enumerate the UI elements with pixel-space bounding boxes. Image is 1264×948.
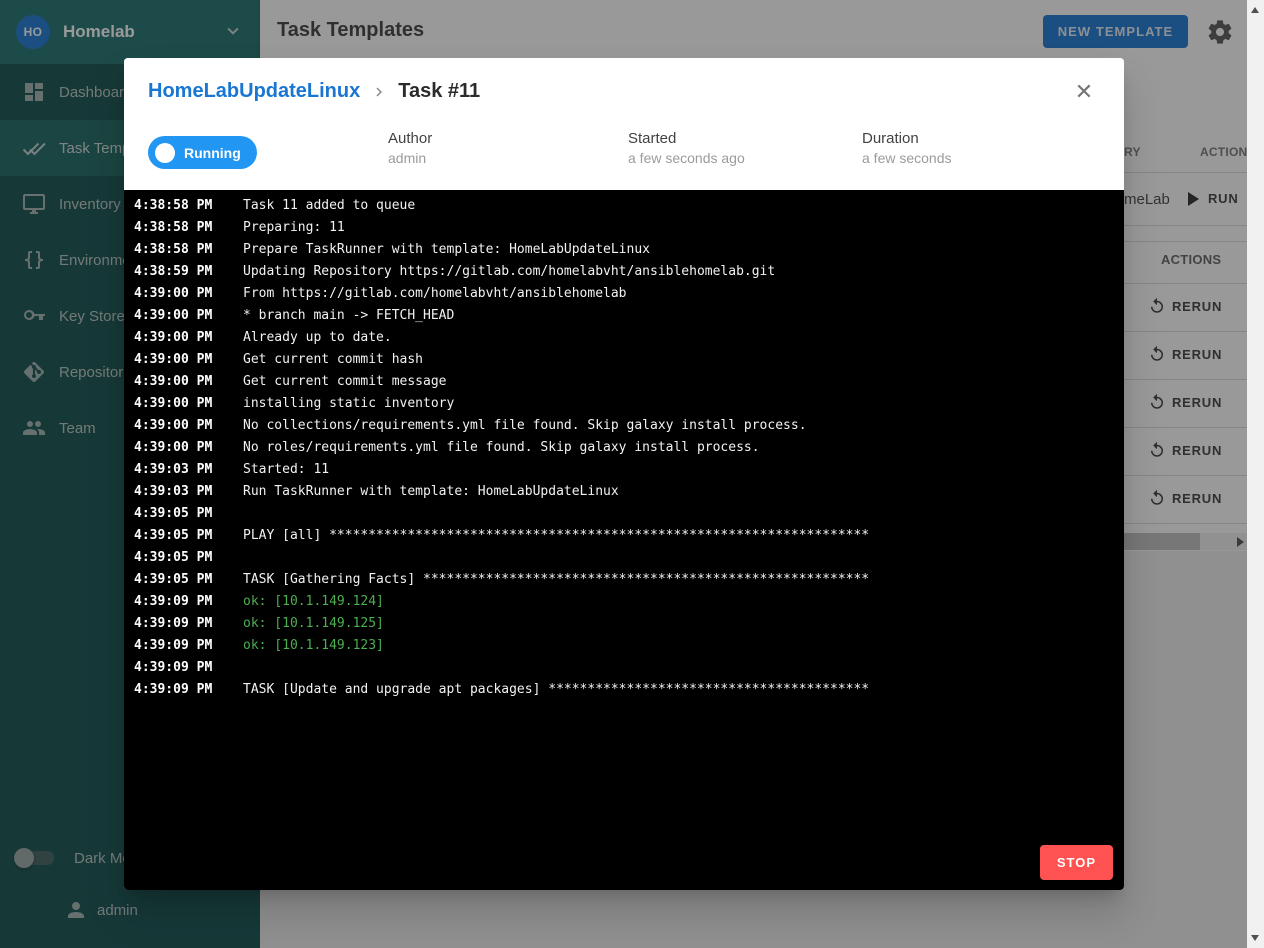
vertical-scrollbar[interactable]	[1247, 0, 1264, 948]
log-line: 4:39:09 PM	[134, 660, 213, 675]
stop-button[interactable]: STOP	[1040, 845, 1113, 880]
screen: HO Homelab Dashboard Task Templates Inve…	[0, 0, 1264, 948]
log-line: 4:39:05 PM	[134, 550, 213, 565]
meta-started-value: a few seconds ago	[628, 150, 745, 166]
log-line: 4:39:00 PM installing static inventory	[134, 396, 455, 411]
log-line: 4:39:09 PM TASK [Update and upgrade apt p…	[134, 682, 870, 697]
log-line: 4:39:09 PM ok: [10.1.149.123]	[134, 638, 384, 653]
log-line: 4:39:00 PM Get current commit hash	[134, 352, 424, 367]
meta-started: Started a few seconds ago	[628, 130, 745, 166]
log-line: 4:39:09 PM ok: [10.1.149.125]	[134, 616, 384, 631]
log-line: 4:39:03 PM Run TaskRunner with template: …	[134, 484, 619, 499]
close-icon[interactable]: ✕	[1072, 80, 1096, 104]
breadcrumb: HomeLabUpdateLinux Task #11	[148, 80, 480, 103]
scroll-down-arrow-icon[interactable]	[1251, 935, 1259, 941]
log-line: 4:39:00 PM Get current commit message	[134, 374, 447, 389]
chevron-right-icon	[370, 83, 388, 101]
meta-duration-value: a few seconds	[862, 150, 952, 166]
task-dialog: HomeLabUpdateLinux Task #11 ✕ Running Au…	[124, 58, 1124, 890]
log-line: 4:39:00 PM No collections/requirements.ym…	[134, 418, 807, 433]
status-badge: Running	[148, 136, 257, 169]
log-line: 4:39:05 PM	[134, 506, 213, 521]
meta-author-value: admin	[388, 150, 427, 166]
meta-duration: Duration a few seconds	[862, 130, 952, 166]
log-line: 4:38:58 PM Preparing: 11	[134, 220, 345, 235]
log-line: 4:38:58 PM Prepare TaskRunner with templa…	[134, 242, 650, 257]
task-dialog-header: HomeLabUpdateLinux Task #11 ✕ Running Au…	[124, 58, 1124, 190]
log-line: 4:39:05 PM PLAY [all] *******************…	[134, 528, 870, 543]
log-line: 4:39:03 PM Started: 11	[134, 462, 330, 477]
log-line: 4:39:05 PM TASK [Gathering Facts] *******…	[134, 572, 870, 587]
log-line: 4:39:09 PM ok: [10.1.149.124]	[134, 594, 384, 609]
running-spinner-icon	[155, 142, 175, 163]
breadcrumb-template-link[interactable]: HomeLabUpdateLinux	[148, 80, 360, 103]
log-line: 4:39:00 PM * branch main -> FETCH_HEAD	[134, 308, 455, 323]
task-log[interactable]: 4:38:58 PM Task 11 added to queue 4:38:58 …	[124, 190, 1124, 890]
meta-author: Author admin	[388, 130, 432, 166]
meta-author-label: Author	[388, 130, 433, 147]
breadcrumb-task-title: Task #11	[398, 80, 481, 102]
meta-duration-label: Duration	[862, 130, 919, 147]
log-line: 4:38:59 PM Updating Repository https://gi…	[134, 264, 776, 279]
meta-started-label: Started	[628, 130, 677, 147]
status-label: Running	[184, 144, 241, 161]
scroll-up-arrow-icon[interactable]	[1251, 7, 1259, 13]
log-line: 4:39:00 PM Already up to date.	[134, 330, 392, 345]
log-line: 4:39:00 PM From https://gitlab.com/homela…	[134, 286, 627, 301]
log-line: 4:39:00 PM No roles/requirements.yml file…	[134, 440, 760, 455]
log-line: 4:38:58 PM Task 11 added to queue	[134, 198, 416, 213]
